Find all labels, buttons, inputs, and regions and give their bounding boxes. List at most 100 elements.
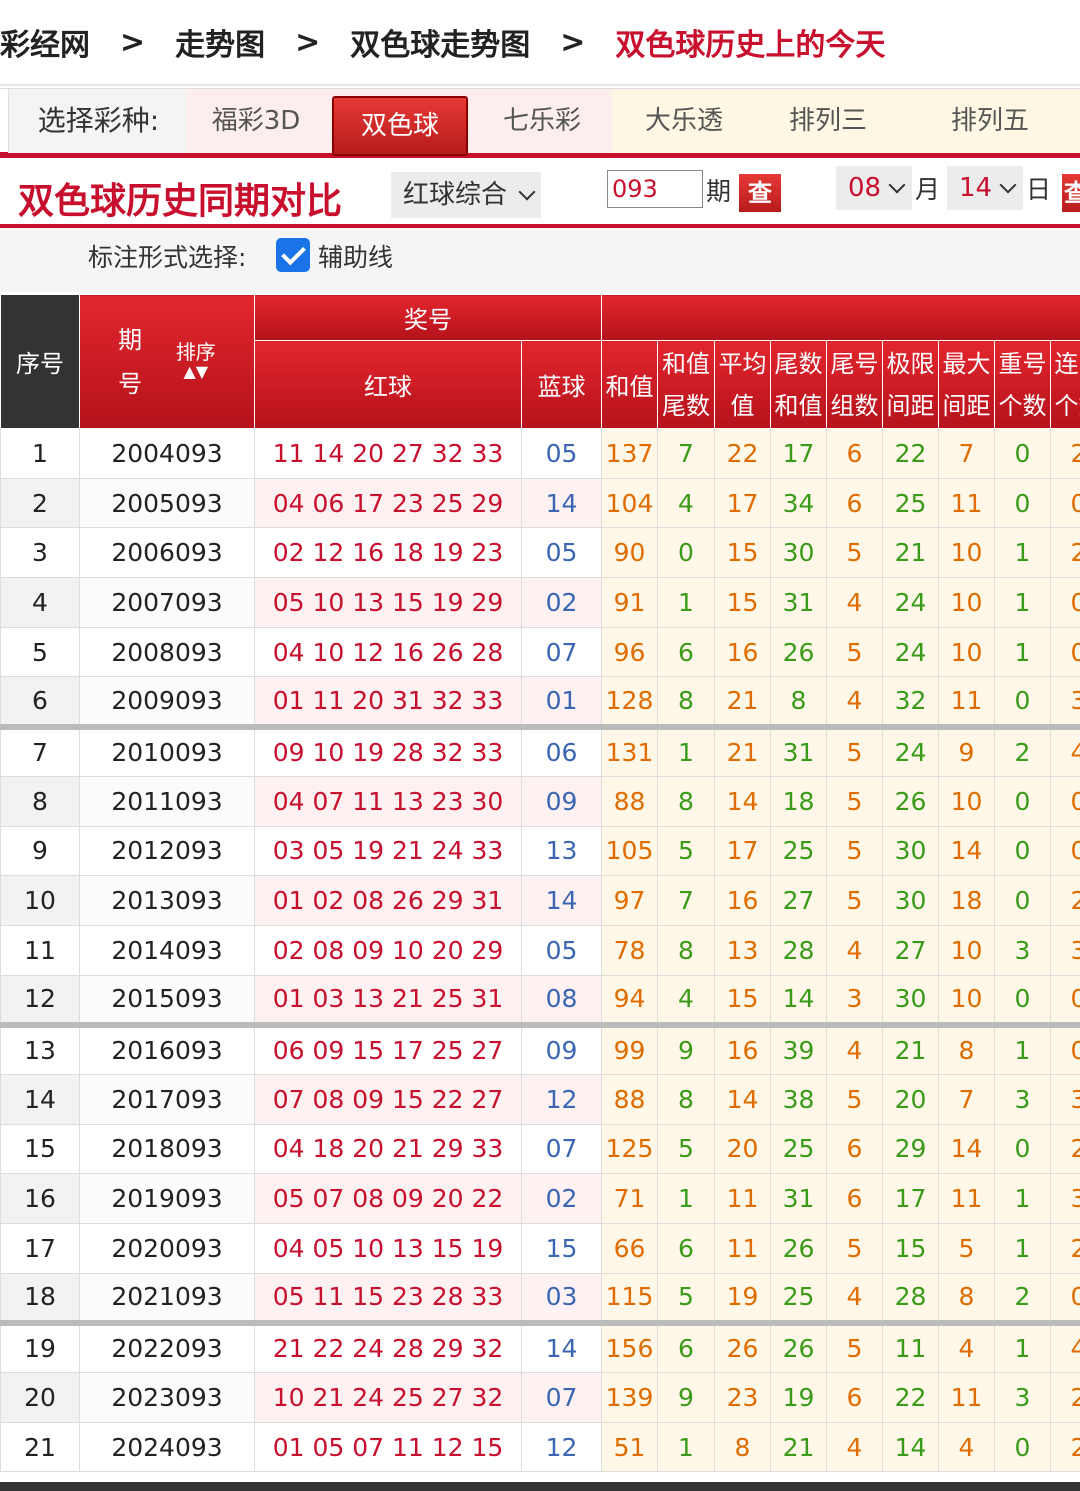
row-stat-3: 5 (826, 1223, 883, 1274)
day-select[interactable]: 14 (947, 166, 1023, 210)
row-blue-ball: 02 (521, 1173, 602, 1224)
row-stat-7: 2 (1049, 527, 1080, 579)
row-stat-7: 3 (1049, 1173, 1080, 1224)
row-stat-6: 0 (994, 825, 1051, 877)
row-sum: 78 (601, 924, 658, 976)
row-stat-4: 29 (882, 1123, 939, 1175)
row-stat-3: 5 (826, 626, 883, 678)
tab-pl3[interactable]: 排列三 (756, 89, 900, 153)
row-stat-7: 3 (1049, 1073, 1080, 1125)
row-stat-2: 38 (770, 1073, 827, 1125)
row-stat-2: 34 (770, 477, 827, 529)
month-select[interactable]: 08 (836, 166, 912, 210)
row-issue: 2017093 (79, 1073, 255, 1125)
guide-line-checkbox[interactable] (276, 238, 310, 272)
stat-header-7: 连号个数 (1049, 340, 1080, 429)
row-stat-7: 4 (1049, 1319, 1080, 1374)
row-blue-ball: 07 (521, 626, 602, 678)
table-row: 20 2023093 10 21 24 25 27 32 07 139 9 23 19 6 22 1… (0, 1372, 1080, 1423)
row-issue: 2012093 (79, 825, 255, 877)
blue-ball-header: 蓝球 (521, 340, 602, 429)
month-unit: 月 (915, 175, 941, 204)
table-row: 6 2009093 01 11 20 31 32 33 01 128 8 21 8 4 32 11 0… (0, 676, 1080, 728)
row-red-balls: 03 05 19 21 24 33 (254, 825, 522, 877)
tab-ssq[interactable]: 双色球 (332, 96, 468, 156)
tab-qlc[interactable]: 七乐彩 (472, 89, 612, 153)
row-stat-4: 24 (882, 723, 939, 777)
row-stat-5: 10 (938, 527, 995, 579)
row-issue: 2011093 (79, 775, 255, 827)
row-issue: 2009093 (79, 676, 255, 728)
row-stat-4: 24 (882, 577, 939, 628)
row-red-balls: 01 03 13 21 25 31 (254, 974, 522, 1026)
stat-header-6: 重号 个数 (994, 340, 1051, 429)
row-stat-0: 7 (657, 875, 715, 926)
row-index: 1 (0, 428, 80, 479)
row-stat-2: 25 (770, 1272, 827, 1324)
mode-select[interactable]: 红球综合 (391, 172, 541, 218)
tab-pl5[interactable]: 排列五 (900, 89, 1080, 153)
row-stat-5: 10 (938, 626, 995, 678)
row-red-balls: 01 02 08 26 29 31 (254, 875, 522, 926)
row-stat-1: 11 (714, 1223, 771, 1274)
stat-header-1: 平均值 (714, 340, 771, 429)
guide-line-label[interactable]: 辅助线 (318, 238, 393, 274)
tab-dlt[interactable]: 大乐透 (612, 89, 756, 153)
row-sum: 88 (601, 775, 658, 827)
row-stat-6: 1 (994, 1173, 1051, 1224)
sort-toggle[interactable]: 排序 ▲▼ (176, 342, 216, 382)
row-stat-2: 31 (770, 1173, 827, 1224)
row-stat-2: 17 (770, 428, 827, 479)
row-stat-1: 15 (714, 577, 771, 628)
stat-header-0: 和值 尾数 (657, 340, 715, 429)
row-stat-0: 1 (657, 1173, 715, 1224)
row-stat-5: 10 (938, 974, 995, 1026)
row-blue-ball: 05 (521, 527, 602, 579)
row-stat-6: 0 (994, 428, 1051, 479)
row-red-balls: 04 07 11 13 23 30 (254, 775, 522, 827)
row-index: 19 (0, 1319, 80, 1374)
row-stat-7: 0 (1049, 577, 1080, 628)
table-row: 19 2022093 21 22 24 28 29 32 14 156 6 26 26 5 11 4… (0, 1319, 1080, 1374)
chevron-down-icon (518, 183, 536, 201)
breadcrumb-ssq-trend-link[interactable]: 双色球走势图 (350, 20, 530, 64)
row-stat-0: 8 (657, 775, 715, 827)
row-issue: 2020093 (79, 1223, 255, 1274)
row-stat-2: 31 (770, 577, 827, 628)
row-red-balls: 11 14 20 27 32 33 (254, 428, 522, 479)
row-stat-4: 15 (882, 1223, 939, 1274)
row-stat-4: 26 (882, 775, 939, 827)
row-stat-0: 9 (657, 1372, 715, 1423)
stat-header-3: 尾号 组数 (826, 340, 883, 429)
date-search-button[interactable]: 查 (1062, 174, 1080, 212)
row-stat-1: 14 (714, 1073, 771, 1125)
breadcrumb-home-link[interactable]: 彩经网 (0, 20, 90, 64)
row-stat-7: 2 (1049, 1223, 1080, 1274)
table-row: 1 2004093 11 14 20 27 32 33 05 137 7 22 17 6 22 7 0… (0, 428, 1080, 479)
breadcrumb-trend-link[interactable]: 走势图 (175, 20, 265, 64)
tab-fc3d[interactable]: 福彩3D (186, 89, 326, 153)
row-blue-ball: 01 (521, 676, 602, 728)
row-stat-5: 10 (938, 775, 995, 827)
row-stat-4: 24 (882, 626, 939, 678)
issue-input[interactable] (607, 170, 703, 208)
issue-header[interactable]: 期 号 排序 ▲▼ (79, 294, 255, 429)
row-blue-ball: 05 (521, 428, 602, 479)
row-stat-5: 11 (938, 1372, 995, 1423)
issue-search-button[interactable]: 查 (739, 174, 781, 212)
row-blue-ball: 15 (521, 1223, 602, 1274)
row-stat-6: 1 (994, 577, 1051, 628)
row-red-balls: 06 09 15 17 25 27 (254, 1021, 522, 1075)
row-stat-6: 0 (994, 775, 1051, 827)
row-stat-0: 5 (657, 1272, 715, 1324)
row-red-balls: 02 08 09 10 20 29 (254, 924, 522, 976)
row-stat-6: 1 (994, 626, 1051, 678)
table-row: 11 2014093 02 08 09 10 20 29 05 78 8 13 28 4 27 10… (0, 924, 1080, 976)
row-stat-6: 1 (994, 1021, 1051, 1075)
row-stat-7: 0 (1049, 626, 1080, 678)
row-index: 15 (0, 1123, 80, 1175)
sort-label: 排序 (175, 339, 216, 364)
row-red-balls: 09 10 19 28 32 33 (254, 723, 522, 777)
row-index: 21 (0, 1421, 80, 1473)
row-stat-7: 2 (1049, 428, 1080, 479)
